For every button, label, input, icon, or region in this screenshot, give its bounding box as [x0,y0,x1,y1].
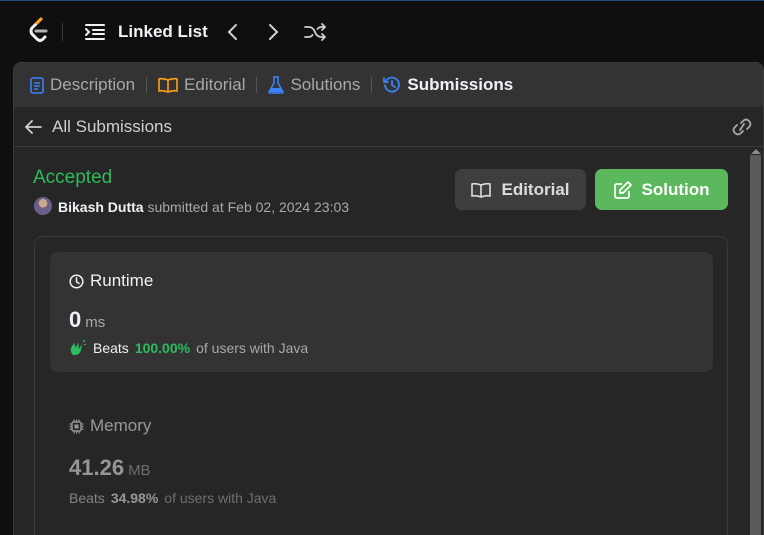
document-icon [30,76,44,94]
performance-stats: Runtime 0 ms Beats 100.00% of users with … [34,236,728,535]
editorial-button[interactable]: Editorial [455,169,586,210]
runtime-value-line: 0 ms [69,307,105,333]
beats-percent: 100.00% [134,340,191,356]
vertical-scrollbar[interactable] [748,147,763,535]
tab-bar: Description Editorial Solutions Submissi… [14,63,763,107]
tab-label: Submissions [407,75,514,94]
runtime-label: Runtime [90,271,154,290]
solution-button[interactable]: Solution [595,169,728,210]
runtime-beats: Beats 100.00% of users with Java [69,340,308,356]
back-button[interactable]: All Submissions [24,117,172,137]
memory-unit: MB [128,462,151,479]
all-submissions-link[interactable]: All Submissions [52,117,172,137]
memory-beats: Beats 34.98% of users with Java [69,490,276,506]
beats-label: Beats [93,340,129,356]
chevron-right-icon [269,24,279,40]
chevron-left-icon [227,24,237,40]
scroll-up-arrow-icon[interactable] [751,149,761,154]
problem-list-title[interactable]: Linked List [118,22,208,42]
editorial-button-label: Editorial [501,179,570,199]
random-problem-button[interactable] [304,21,326,43]
memory-value: 41.26 [69,455,125,480]
tab-label: Editorial [184,75,246,94]
beats-label: Beats [69,490,105,506]
book-icon [158,77,178,93]
flask-icon [268,76,285,94]
runtime-title: Runtime [69,271,153,291]
submission-status: Accepted [33,167,113,188]
top-bar: Linked List [0,0,764,62]
edit-icon [613,180,632,199]
link-icon[interactable] [731,118,753,136]
runtime-card[interactable]: Runtime 0 ms Beats 100.00% of users with … [50,252,713,372]
submitted-time: submitted at Feb 02, 2024 23:03 [147,199,350,215]
beats-suffix: of users with Java [164,490,277,506]
beats-percent: 34.98% [110,490,159,506]
chip-icon [69,419,84,433]
tab-description[interactable]: Description [30,75,135,95]
memory-title: Memory [69,416,151,436]
tab-solutions[interactable]: Solutions [268,75,360,95]
problem-list-icon[interactable] [85,23,105,41]
memory-label: Memory [90,416,152,435]
next-problem-button[interactable] [263,21,285,43]
leetcode-logo-icon[interactable] [27,17,51,45]
submission-subheader: All Submissions [14,107,763,147]
divider [371,77,373,93]
divider [146,77,148,93]
tab-submissions[interactable]: Submissions [383,75,513,95]
clock-icon [69,273,84,289]
avatar[interactable] [34,197,52,215]
scroll-thumb[interactable] [750,155,761,535]
tab-editorial[interactable]: Editorial [158,75,245,95]
tab-label: Solutions [290,75,361,94]
memory-card[interactable]: Memory 41.26 MB Beats 34.98% of users wit… [50,397,713,507]
username[interactable]: Bikash Dutta [58,199,144,215]
runtime-unit: ms [85,314,106,331]
arrow-left-icon [24,119,42,134]
beats-suffix: of users with Java [196,340,309,356]
book-icon [471,182,492,198]
shuffle-icon [304,23,326,41]
divider [256,77,258,93]
prev-problem-button[interactable] [221,21,243,43]
divider [62,23,63,41]
memory-value-line: 41.26 MB [69,455,151,481]
history-icon [383,76,401,93]
submission-meta: Bikash Dutta submitted at Feb 02, 2024 2… [58,199,349,215]
tab-label: Description [50,75,136,94]
runtime-value: 0 [69,307,82,332]
submission-panel: Description Editorial Solutions Submissi… [13,62,764,535]
clapping-hands-icon [70,340,87,355]
solution-button-label: Solution [641,179,710,199]
